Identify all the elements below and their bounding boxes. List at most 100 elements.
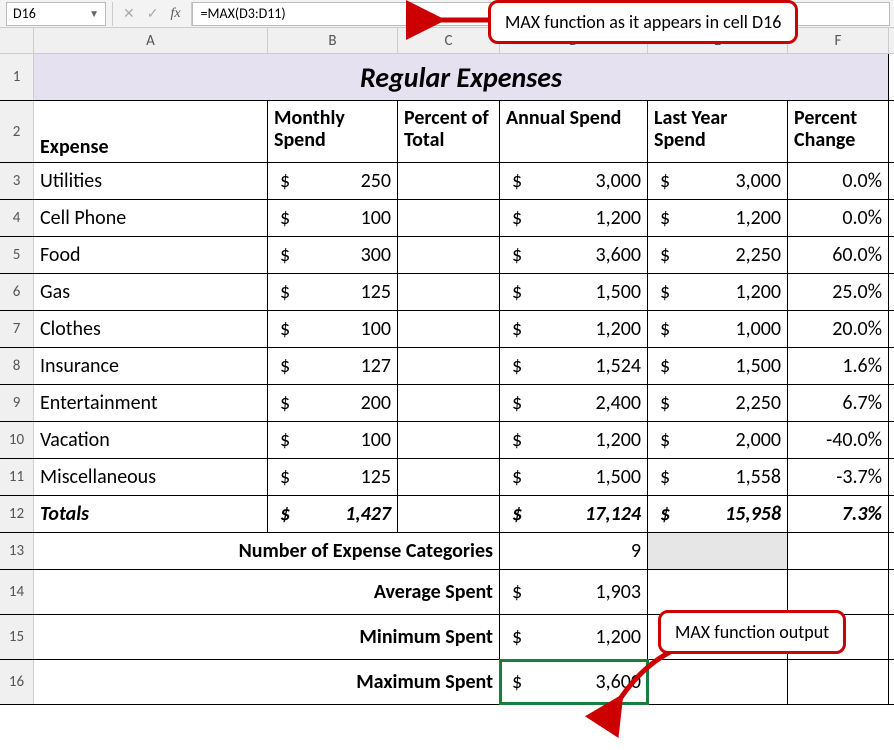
cell-monthly[interactable]: $200	[268, 385, 398, 421]
cell-pct-total[interactable]	[398, 348, 500, 384]
row-header[interactable]: 5	[0, 237, 34, 273]
cell-annual[interactable]: $1,524	[500, 348, 648, 384]
cell-empty-f[interactable]	[788, 660, 889, 704]
cell-expense[interactable]: Entertainment	[34, 385, 268, 421]
row-header[interactable]: 3	[0, 163, 34, 199]
header-expense[interactable]: Expense	[34, 101, 268, 163]
cell-pct-change[interactable]: -40.0%	[788, 422, 889, 458]
cell-annual[interactable]: $1,500	[500, 459, 648, 495]
cell-expense[interactable]: Insurance	[34, 348, 268, 384]
cell-last[interactable]: $1,200	[648, 274, 788, 310]
cell-pct-change[interactable]: 1.6%	[788, 348, 889, 384]
cell-annual[interactable]: $1,200	[500, 422, 648, 458]
cell-pct-change[interactable]: 60.0%	[788, 237, 889, 273]
header-percent-total[interactable]: Percent of Total	[398, 101, 500, 163]
totals-monthly[interactable]: $1,427	[268, 496, 398, 532]
name-box[interactable]: D16 ▼	[6, 2, 106, 26]
cell-annual[interactable]: $2,400	[500, 385, 648, 421]
cell-pct-total[interactable]	[398, 311, 500, 347]
cell-expense[interactable]: Miscellaneous	[34, 459, 268, 495]
totals-last[interactable]: $15,958	[648, 496, 788, 532]
summary-value[interactable]: 9	[500, 533, 648, 569]
cell-last[interactable]: $1,500	[648, 348, 788, 384]
cell-expense[interactable]: Food	[34, 237, 268, 273]
cell-last[interactable]: $1,200	[648, 200, 788, 236]
summary-label[interactable]: Average Spent	[34, 570, 500, 614]
name-box-dropdown-icon[interactable]: ▼	[89, 7, 99, 20]
row-header-12[interactable]: 12	[0, 496, 34, 532]
totals-pct-total[interactable]	[398, 496, 500, 532]
row-header[interactable]: 6	[0, 274, 34, 310]
cell-pct-total[interactable]	[398, 200, 500, 236]
header-annual[interactable]: Annual Spend	[500, 101, 648, 163]
totals-annual[interactable]: $17,124	[500, 496, 648, 532]
row-header[interactable]: 15	[0, 615, 34, 659]
cell-last[interactable]: $2,000	[648, 422, 788, 458]
cell-annual[interactable]: $1,200	[500, 200, 648, 236]
row-header[interactable]: 11	[0, 459, 34, 495]
summary-value[interactable]: $1,903	[500, 570, 648, 614]
sheet-title[interactable]: Regular Expenses	[34, 54, 889, 100]
cell-last[interactable]: $2,250	[648, 385, 788, 421]
fx-icon[interactable]: fx	[170, 6, 180, 22]
col-A[interactable]: A	[34, 28, 268, 53]
cell-last[interactable]: $2,250	[648, 237, 788, 273]
cell-annual[interactable]: $3,600	[500, 237, 648, 273]
cell-empty-f[interactable]	[788, 533, 889, 569]
summary-label[interactable]: Minimum Spent	[34, 615, 500, 659]
totals-label[interactable]: Totals	[34, 496, 268, 532]
summary-label[interactable]: Maximum Spent	[34, 660, 500, 704]
cell-pct-total[interactable]	[398, 422, 500, 458]
enter-icon[interactable]: ✓	[147, 5, 159, 22]
cell-monthly[interactable]: $300	[268, 237, 398, 273]
row-header[interactable]: 9	[0, 385, 34, 421]
cell-empty-e[interactable]	[648, 533, 788, 569]
row-header-2[interactable]: 2	[0, 101, 34, 162]
cell-last[interactable]: $1,558	[648, 459, 788, 495]
row-header[interactable]: 4	[0, 200, 34, 236]
cell-monthly[interactable]: $100	[268, 311, 398, 347]
cell-annual[interactable]: $3,000	[500, 163, 648, 199]
cell-expense[interactable]: Cell Phone	[34, 200, 268, 236]
cell-empty-e[interactable]	[648, 570, 788, 614]
cell-monthly[interactable]: $100	[268, 422, 398, 458]
summary-label[interactable]: Number of Expense Categories	[34, 533, 500, 569]
row-header[interactable]: 16	[0, 660, 34, 704]
cell-pct-change[interactable]: 20.0%	[788, 311, 889, 347]
cell-monthly[interactable]: $250	[268, 163, 398, 199]
row-header[interactable]: 13	[0, 533, 34, 569]
row-header-1[interactable]: 1	[0, 54, 34, 100]
cell-pct-total[interactable]	[398, 163, 500, 199]
cell-empty-f[interactable]	[788, 570, 889, 614]
col-F[interactable]: F	[788, 28, 889, 53]
cell-pct-total[interactable]	[398, 385, 500, 421]
row-header[interactable]: 8	[0, 348, 34, 384]
cell-expense[interactable]: Utilities	[34, 163, 268, 199]
cell-pct-total[interactable]	[398, 459, 500, 495]
cell-pct-change[interactable]: 25.0%	[788, 274, 889, 310]
row-header[interactable]: 7	[0, 311, 34, 347]
row-header[interactable]: 14	[0, 570, 34, 614]
cell-annual[interactable]: $1,500	[500, 274, 648, 310]
cell-expense[interactable]: Clothes	[34, 311, 268, 347]
cell-monthly[interactable]: $127	[268, 348, 398, 384]
cell-annual[interactable]: $1,200	[500, 311, 648, 347]
header-percent-change[interactable]: Percent Change	[788, 101, 889, 163]
cell-expense[interactable]: Vacation	[34, 422, 268, 458]
cell-monthly[interactable]: $100	[268, 200, 398, 236]
cell-pct-total[interactable]	[398, 274, 500, 310]
col-B[interactable]: B	[268, 28, 398, 53]
header-monthly[interactable]: Monthly Spend	[268, 101, 398, 163]
totals-pct-change[interactable]: 7.3%	[788, 496, 889, 532]
cell-pct-change[interactable]: 0.0%	[788, 163, 889, 199]
cell-monthly[interactable]: $125	[268, 459, 398, 495]
cell-pct-change[interactable]: 6.7%	[788, 385, 889, 421]
row-header[interactable]: 10	[0, 422, 34, 458]
header-last-year[interactable]: Last Year Spend	[648, 101, 788, 163]
cell-last[interactable]: $1,000	[648, 311, 788, 347]
cell-pct-change[interactable]: -3.7%	[788, 459, 889, 495]
cell-monthly[interactable]: $125	[268, 274, 398, 310]
select-all-corner[interactable]	[0, 28, 34, 53]
cell-pct-total[interactable]	[398, 237, 500, 273]
cell-pct-change[interactable]: 0.0%	[788, 200, 889, 236]
